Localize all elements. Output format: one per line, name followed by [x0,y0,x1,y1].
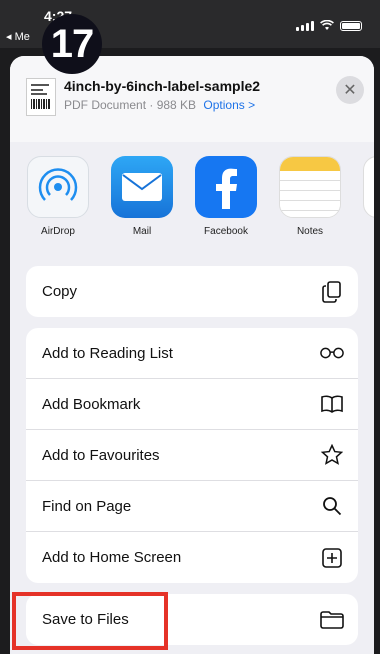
file-meta: PDF Document · 988 KB Options > [64,98,255,112]
action-add-to-favourites[interactable]: Add to Favourites [26,430,358,481]
cellular-signal-icon [296,20,314,31]
actions-group-copy: Copy [26,266,358,317]
step-number-badge: 17 [42,14,102,74]
star-icon [320,443,344,467]
action-add-bookmark[interactable]: Add Bookmark [26,379,358,430]
action-copy[interactable]: Copy [26,266,358,317]
glasses-icon [320,341,344,365]
share-app-more[interactable]: M [362,156,374,237]
back-to-app-link[interactable]: ◂ Me [6,30,30,43]
share-app-facebook[interactable]: Facebook [194,156,258,237]
action-label: Copy [42,283,78,300]
app-label: AirDrop [41,226,75,237]
battery-icon [340,20,362,31]
close-icon: ✕ [343,82,357,99]
action-find-on-page[interactable]: Find on Page [26,481,358,532]
app-label: Mail [132,226,152,237]
more-app-icon [363,156,374,218]
actions-group-browser: Add to Reading List Add Bookmark Add to … [26,328,358,583]
highlight-box [12,592,168,650]
folder-icon [320,608,344,632]
file-type-size: PDF Document · 988 KB [64,98,197,112]
magnifier-icon [320,494,344,518]
share-app-mail[interactable]: Mail [110,156,174,237]
mail-icon [111,156,173,218]
action-add-to-home-screen[interactable]: Add to Home Screen [26,532,358,583]
share-app-notes[interactable]: Notes [278,156,342,237]
app-label: M [362,226,374,237]
share-sheet: 4inch-by-6inch-label-sample2 PDF Documen… [10,56,374,654]
share-apps-row: AirDrop Mail Facebook Notes [10,156,374,246]
copy-icon [320,280,344,304]
action-label: Add to Home Screen [42,549,182,566]
action-label: Add Bookmark [42,395,141,413]
file-name: 4inch-by-6inch-label-sample2 [64,78,261,94]
facebook-icon [195,156,257,218]
airdrop-icon [27,156,89,218]
action-label: Add to Favourites [42,446,160,464]
notes-icon [279,156,341,218]
close-button[interactable]: ✕ [336,76,364,104]
action-add-to-reading-list[interactable]: Add to Reading List [26,328,358,379]
app-label: Notes [296,226,324,237]
options-link[interactable]: Options > [203,98,255,112]
action-label: Add to Reading List [42,344,173,362]
action-label: Find on Page [42,497,132,515]
app-label: Facebook [204,226,248,237]
status-icons [296,20,362,31]
wifi-icon [320,20,334,30]
share-app-airdrop[interactable]: AirDrop [26,156,90,237]
add-square-icon [320,546,344,570]
book-icon [320,392,344,416]
document-thumbnail-icon [26,78,56,116]
